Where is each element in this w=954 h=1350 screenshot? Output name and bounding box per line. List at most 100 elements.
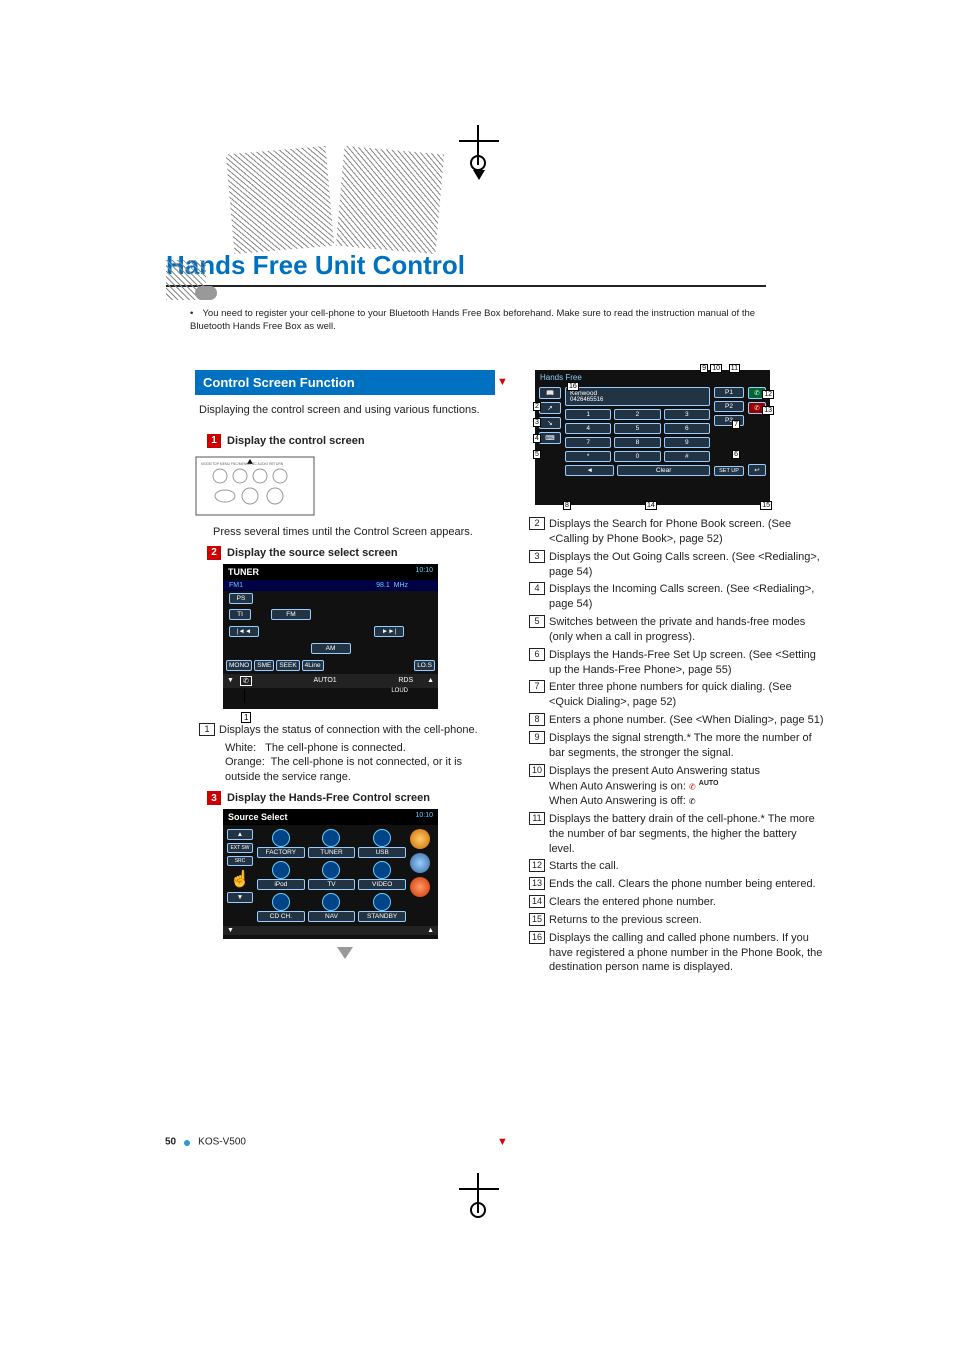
hf-key-left: ◄: [565, 465, 614, 476]
r-10-body: Displays the present Auto Answering stat…: [549, 764, 825, 809]
co-3: 3: [533, 418, 541, 427]
orange-label: Orange:: [225, 756, 265, 768]
src-tuner: TUNER: [308, 847, 356, 858]
co-11: 11: [729, 364, 740, 373]
step-2-number: 2: [207, 546, 221, 560]
source-hand-icon: ☝: [227, 869, 253, 889]
flow-arrow-down-icon-2: ▼: [497, 1136, 508, 1148]
white-text: The cell-phone is connected.: [265, 742, 406, 754]
co-16: 16: [567, 382, 579, 391]
src-tv: TV: [308, 879, 356, 890]
step-3-label: Display the Hands-Free Control screen: [227, 792, 430, 804]
tuner-ti: TI: [229, 609, 251, 620]
tuner-los: LO.S: [414, 660, 435, 671]
handsfree-screenshot: Hands Free 📖 ↗ ↘ ⌨ Kenwood 0426465516 1 …: [535, 370, 770, 505]
tuner-ps: PS: [229, 593, 253, 604]
tuner-seek: SEEK: [276, 660, 299, 671]
continue-arrow-icon: [337, 947, 353, 959]
hf-p2: P2: [714, 401, 744, 412]
source-src: SRC: [227, 856, 253, 866]
decor-hatch-right: [336, 146, 444, 254]
r-9-t: Displays the signal strength.* The more …: [549, 731, 825, 761]
source-nav-up: ▲: [427, 927, 434, 934]
page-title-container: Hands Free Unit Control: [166, 250, 766, 287]
co-8: 8: [563, 501, 571, 510]
r-11-n: 11: [529, 812, 545, 825]
r-10-t: Displays the present Auto Answering stat…: [549, 764, 825, 779]
step-1: 1 Display the control screen: [207, 434, 495, 448]
hf-key-6: 6: [664, 423, 710, 434]
list-1-text: Displays the status of connection with t…: [219, 723, 495, 738]
tuner-prev: |◄◄: [229, 626, 259, 637]
white-label: White:: [225, 742, 256, 754]
r-16-n: 16: [529, 931, 545, 944]
r-13-n: 13: [529, 877, 545, 890]
hf-key-3: 3: [664, 409, 710, 420]
tuner-up-icon: ▲: [427, 677, 434, 684]
tuner-4line: 4Line: [302, 660, 324, 671]
list-1-orange: Orange: The cell-phone is not connected,…: [195, 755, 495, 785]
r-13-t: Ends the call. Clears the phone number b…: [549, 877, 825, 892]
r-2-t: Displays the Search for Phone Book scree…: [549, 517, 825, 547]
r-16-t: Displays the calling and called phone nu…: [549, 931, 825, 976]
r-15-n: 15: [529, 913, 545, 926]
source-title: Source Select: [228, 812, 288, 822]
src-cdch: CD CH.: [257, 911, 305, 922]
note-text: • You need to register your cell-phone t…: [190, 307, 770, 334]
hf-key-2: 2: [614, 409, 660, 420]
step-1-number: 1: [207, 434, 221, 448]
registration-cross-v-bottom: [477, 1173, 479, 1213]
r-5-t: Switches between the private and hands-f…: [549, 615, 825, 645]
tuner-title: TUNER: [228, 567, 259, 577]
phone-status-icon: ✆: [240, 676, 252, 686]
co-6: 6: [732, 450, 740, 459]
hf-name: Kenwood: [570, 390, 705, 397]
co-4: 4: [533, 434, 541, 443]
co-7: 7: [732, 420, 740, 429]
tuner-auto1: AUTO1: [313, 677, 336, 684]
co-2: 2: [533, 402, 541, 411]
r-14-n: 14: [529, 895, 545, 908]
src-ipod: iPod: [257, 879, 305, 890]
r-12-n: 12: [529, 859, 545, 872]
footer-page-number: 50: [165, 1137, 176, 1148]
r-7-n: 7: [529, 680, 545, 693]
hf-in-icon: ↘: [539, 417, 561, 429]
auto-label: AUTO: [699, 780, 719, 787]
src-standby: STANDBY: [358, 911, 406, 922]
tuner-sme: SME: [254, 660, 274, 671]
r-2-n: 2: [529, 517, 545, 530]
step-1-label: Display the control screen: [227, 435, 365, 447]
src-nav: NAV: [308, 911, 356, 922]
r-7-t: Enter three phone numbers for quick dial…: [549, 680, 825, 710]
tuner-freq: 98.1: [376, 582, 390, 589]
svg-text:MODE/TOP MENU FNC/MENU/PBC AUD: MODE/TOP MENU FNC/MENU/PBC AUDIO RETURN: [201, 462, 284, 466]
source-up: ▲: [227, 829, 253, 840]
decor-hatch-left: [226, 146, 334, 254]
co-9: 9: [700, 364, 708, 373]
flow-arrow-down-icon: ▼: [497, 376, 508, 388]
tuner-band: FM1: [229, 582, 243, 589]
co-12: 12: [762, 390, 774, 399]
r-6-n: 6: [529, 648, 545, 661]
hf-key-0: 0: [614, 451, 660, 462]
r-4-t: Displays the Incoming Calls screen. (See…: [549, 582, 825, 612]
r-10a-t: When Auto Answering is on:: [549, 780, 686, 792]
hf-key-8: 8: [614, 437, 660, 448]
hf-p1: P1: [714, 387, 744, 398]
step-2: 2 Display the source select screen: [207, 546, 495, 560]
r-9-n: 9: [529, 731, 545, 744]
side-orb-3: [410, 877, 430, 897]
tuner-unit: MHz: [394, 582, 408, 589]
r-4-n: 4: [529, 582, 545, 595]
note-icon: [195, 286, 217, 300]
tuner-screenshot: TUNER 10:10 FM1 98.1 MHz PS TI FM |◄◄ ►►…: [223, 564, 438, 709]
src-factory: FACTORY: [257, 847, 305, 858]
hf-key-ast: *: [565, 451, 611, 462]
r-5-n: 5: [529, 615, 545, 628]
side-orb-1: [410, 829, 430, 849]
hf-out-icon: ↗: [539, 402, 561, 414]
hf-return-icon: ↩: [748, 464, 766, 476]
hf-key-1: 1: [565, 409, 611, 420]
hf-key-5: 5: [614, 423, 660, 434]
